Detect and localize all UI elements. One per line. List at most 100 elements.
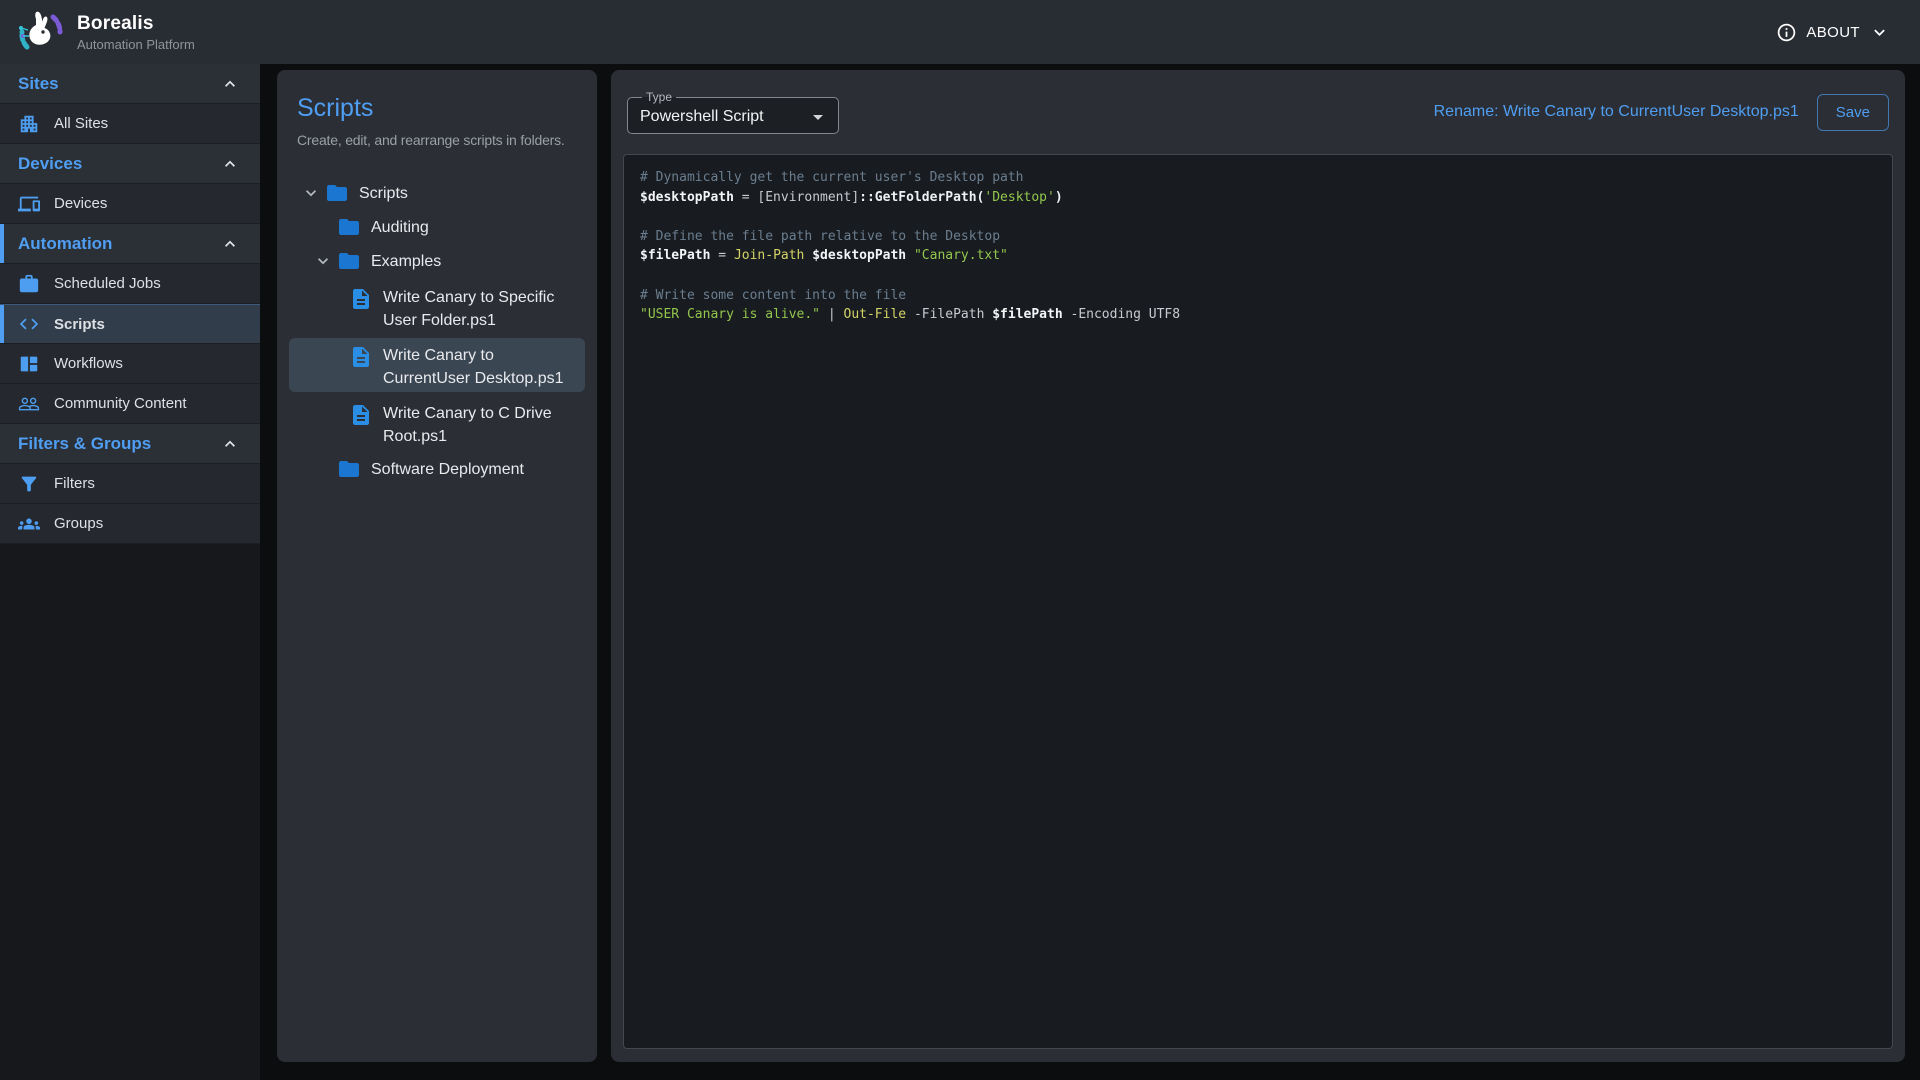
code-token-plain: [Environment] (757, 190, 859, 205)
scripts-panel: Scripts Create, edit, and rearrange scri… (277, 70, 597, 1062)
code-token-string: 'Desktop' (984, 190, 1054, 205)
chevron-up-icon (220, 154, 240, 174)
sidebar-section-label: Automation (18, 234, 112, 254)
rename-link[interactable]: Rename: Write Canary to CurrentUser Desk… (1434, 103, 1799, 121)
folder-icon (337, 249, 361, 273)
code-token-plain: -FilePath (906, 307, 992, 322)
code-line: "USER Canary is alive." | Out-File -File… (640, 305, 1876, 325)
file-icon (349, 345, 373, 369)
chevron-down-icon (1869, 22, 1890, 43)
code-line: # Dynamically get the current user's Des… (640, 168, 1876, 188)
sidebar-item-label: Devices (54, 195, 107, 212)
code-token-plain (906, 248, 914, 263)
script-type-select[interactable]: Type Powershell Script (627, 90, 839, 134)
app-subtitle: Automation Platform (77, 37, 195, 52)
save-button[interactable]: Save (1817, 94, 1889, 131)
code-token-variable: $filePath (992, 307, 1062, 322)
sidebar-item-devices[interactable]: Devices (0, 184, 260, 224)
code-line: # Define the file path relative to the D… (640, 227, 1876, 247)
sidebar-item-label: Scheduled Jobs (54, 275, 161, 292)
code-token-cmdlet: Join-Path (734, 248, 804, 263)
code-token-variable: $desktopPath (812, 248, 906, 263)
sidebar: Sites All Sites Devices Devices Automation Sc… (0, 64, 260, 544)
sidebar-item-label: Workflows (54, 355, 123, 372)
code-token-string: "USER Canary is alive." (640, 307, 820, 322)
borealis-logo-icon (16, 8, 64, 56)
code-token-variable: $desktopPath (640, 190, 734, 205)
tree-folder-software-deployment[interactable]: Software Deployment (277, 452, 597, 486)
sidebar-item-scheduled-jobs[interactable]: Scheduled Jobs (0, 264, 260, 304)
tree-folder-examples[interactable]: Examples (277, 244, 597, 278)
app-name: Borealis (77, 13, 195, 35)
sidebar-section-label: Filters & Groups (18, 434, 151, 454)
building-icon (18, 113, 40, 135)
filter-icon (18, 473, 40, 495)
code-token-comment: # Define the file path relative to the D… (640, 229, 1000, 244)
chevron-up-icon (220, 234, 240, 254)
tree-item-label: Examples (371, 250, 441, 273)
tree-item-label: Software Deployment (371, 458, 524, 481)
devices-icon (18, 193, 40, 215)
groups-icon (18, 513, 40, 535)
sidebar-item-community-content[interactable]: Community Content (0, 384, 260, 424)
code-token-comment: # Dynamically get the current user's Des… (640, 170, 1024, 185)
about-label: ABOUT (1806, 24, 1860, 41)
code-editor[interactable]: # Dynamically get the current user's Des… (623, 154, 1893, 1049)
folder-icon (325, 181, 349, 205)
tree-item-label: Write Canary to CurrentUser Desktop.ps1 (383, 344, 573, 390)
sidebar-section-automation[interactable]: Automation (0, 224, 260, 264)
file-icon (349, 403, 373, 427)
sidebar-item-label: Groups (54, 515, 103, 532)
page-title: Scripts (297, 94, 577, 123)
dropdown-caret-icon (806, 105, 830, 129)
app-title-block: Borealis Automation Platform (77, 13, 195, 52)
info-icon (1776, 22, 1797, 43)
sidebar-item-filters[interactable]: Filters (0, 464, 260, 504)
code-line (640, 207, 1876, 227)
tree-item-label: Write Canary to Specific User Folder.ps1 (383, 286, 573, 332)
code-line: $desktopPath = [Environment]::GetFolderP… (640, 188, 1876, 208)
chevron-up-icon (220, 74, 240, 94)
sidebar-item-workflows[interactable]: Workflows (0, 344, 260, 384)
chevron-down-icon (313, 251, 333, 271)
sidebar-section-label: Devices (18, 154, 82, 174)
chevron-down-icon (301, 183, 321, 203)
code-token-func: ) (1055, 190, 1063, 205)
tree-file-write-canary-to-c-drive-root-ps1[interactable]: Write Canary to C Drive Root.ps1 (277, 394, 597, 452)
tree-item-label: Scripts (359, 182, 408, 205)
code-icon (18, 313, 40, 335)
editor-panel: Type Powershell Script Rename: Write Can… (611, 70, 1905, 1062)
code-line: $filePath = Join-Path $desktopPath "Cana… (640, 246, 1876, 266)
sidebar-section-devices[interactable]: Devices (0, 144, 260, 184)
about-menu[interactable]: ABOUT (1776, 22, 1890, 43)
tree-file-write-canary-to-specific-user-folder-ps1[interactable]: Write Canary to Specific User Folder.ps1 (277, 278, 597, 336)
people-icon (18, 393, 40, 415)
code-token-string: "Canary.txt" (914, 248, 1008, 263)
chevron-up-icon (220, 434, 240, 454)
tree-item-label: Write Canary to C Drive Root.ps1 (383, 402, 573, 448)
sidebar-item-all-sites[interactable]: All Sites (0, 104, 260, 144)
workflows-icon (18, 353, 40, 375)
scripts-tree: Scripts Auditing Examples Write Canary to S… (277, 176, 597, 486)
sidebar-section-sites[interactable]: Sites (0, 64, 260, 104)
app-header: Borealis Automation Platform ABOUT (0, 0, 1920, 64)
sidebar-item-groups[interactable]: Groups (0, 504, 260, 544)
code-token-plain: -Encoding UTF8 (1063, 307, 1180, 322)
sidebar-item-scripts[interactable]: Scripts (0, 304, 260, 344)
tree-folder-auditing[interactable]: Auditing (277, 210, 597, 244)
folder-icon (337, 457, 361, 481)
tree-folder-scripts[interactable]: Scripts (277, 176, 597, 210)
sidebar-item-label: Filters (54, 475, 95, 492)
sidebar-section-label: Sites (18, 74, 59, 94)
code-token-func: ::GetFolderPath( (859, 190, 984, 205)
tree-item-label: Auditing (371, 216, 429, 239)
code-token-plain: | (820, 307, 843, 322)
sidebar-section-filters-groups[interactable]: Filters & Groups (0, 424, 260, 464)
tree-file-write-canary-to-currentuser-desktop-ps1[interactable]: Write Canary to CurrentUser Desktop.ps1 (277, 336, 597, 394)
sidebar-item-label: Community Content (54, 395, 187, 412)
code-token-variable: $filePath (640, 248, 710, 263)
code-token-plain: = (734, 190, 757, 205)
page-subtitle: Create, edit, and rearrange scripts in f… (297, 132, 577, 148)
code-token-plain: = (710, 248, 733, 263)
sidebar-item-label: Scripts (54, 316, 105, 333)
